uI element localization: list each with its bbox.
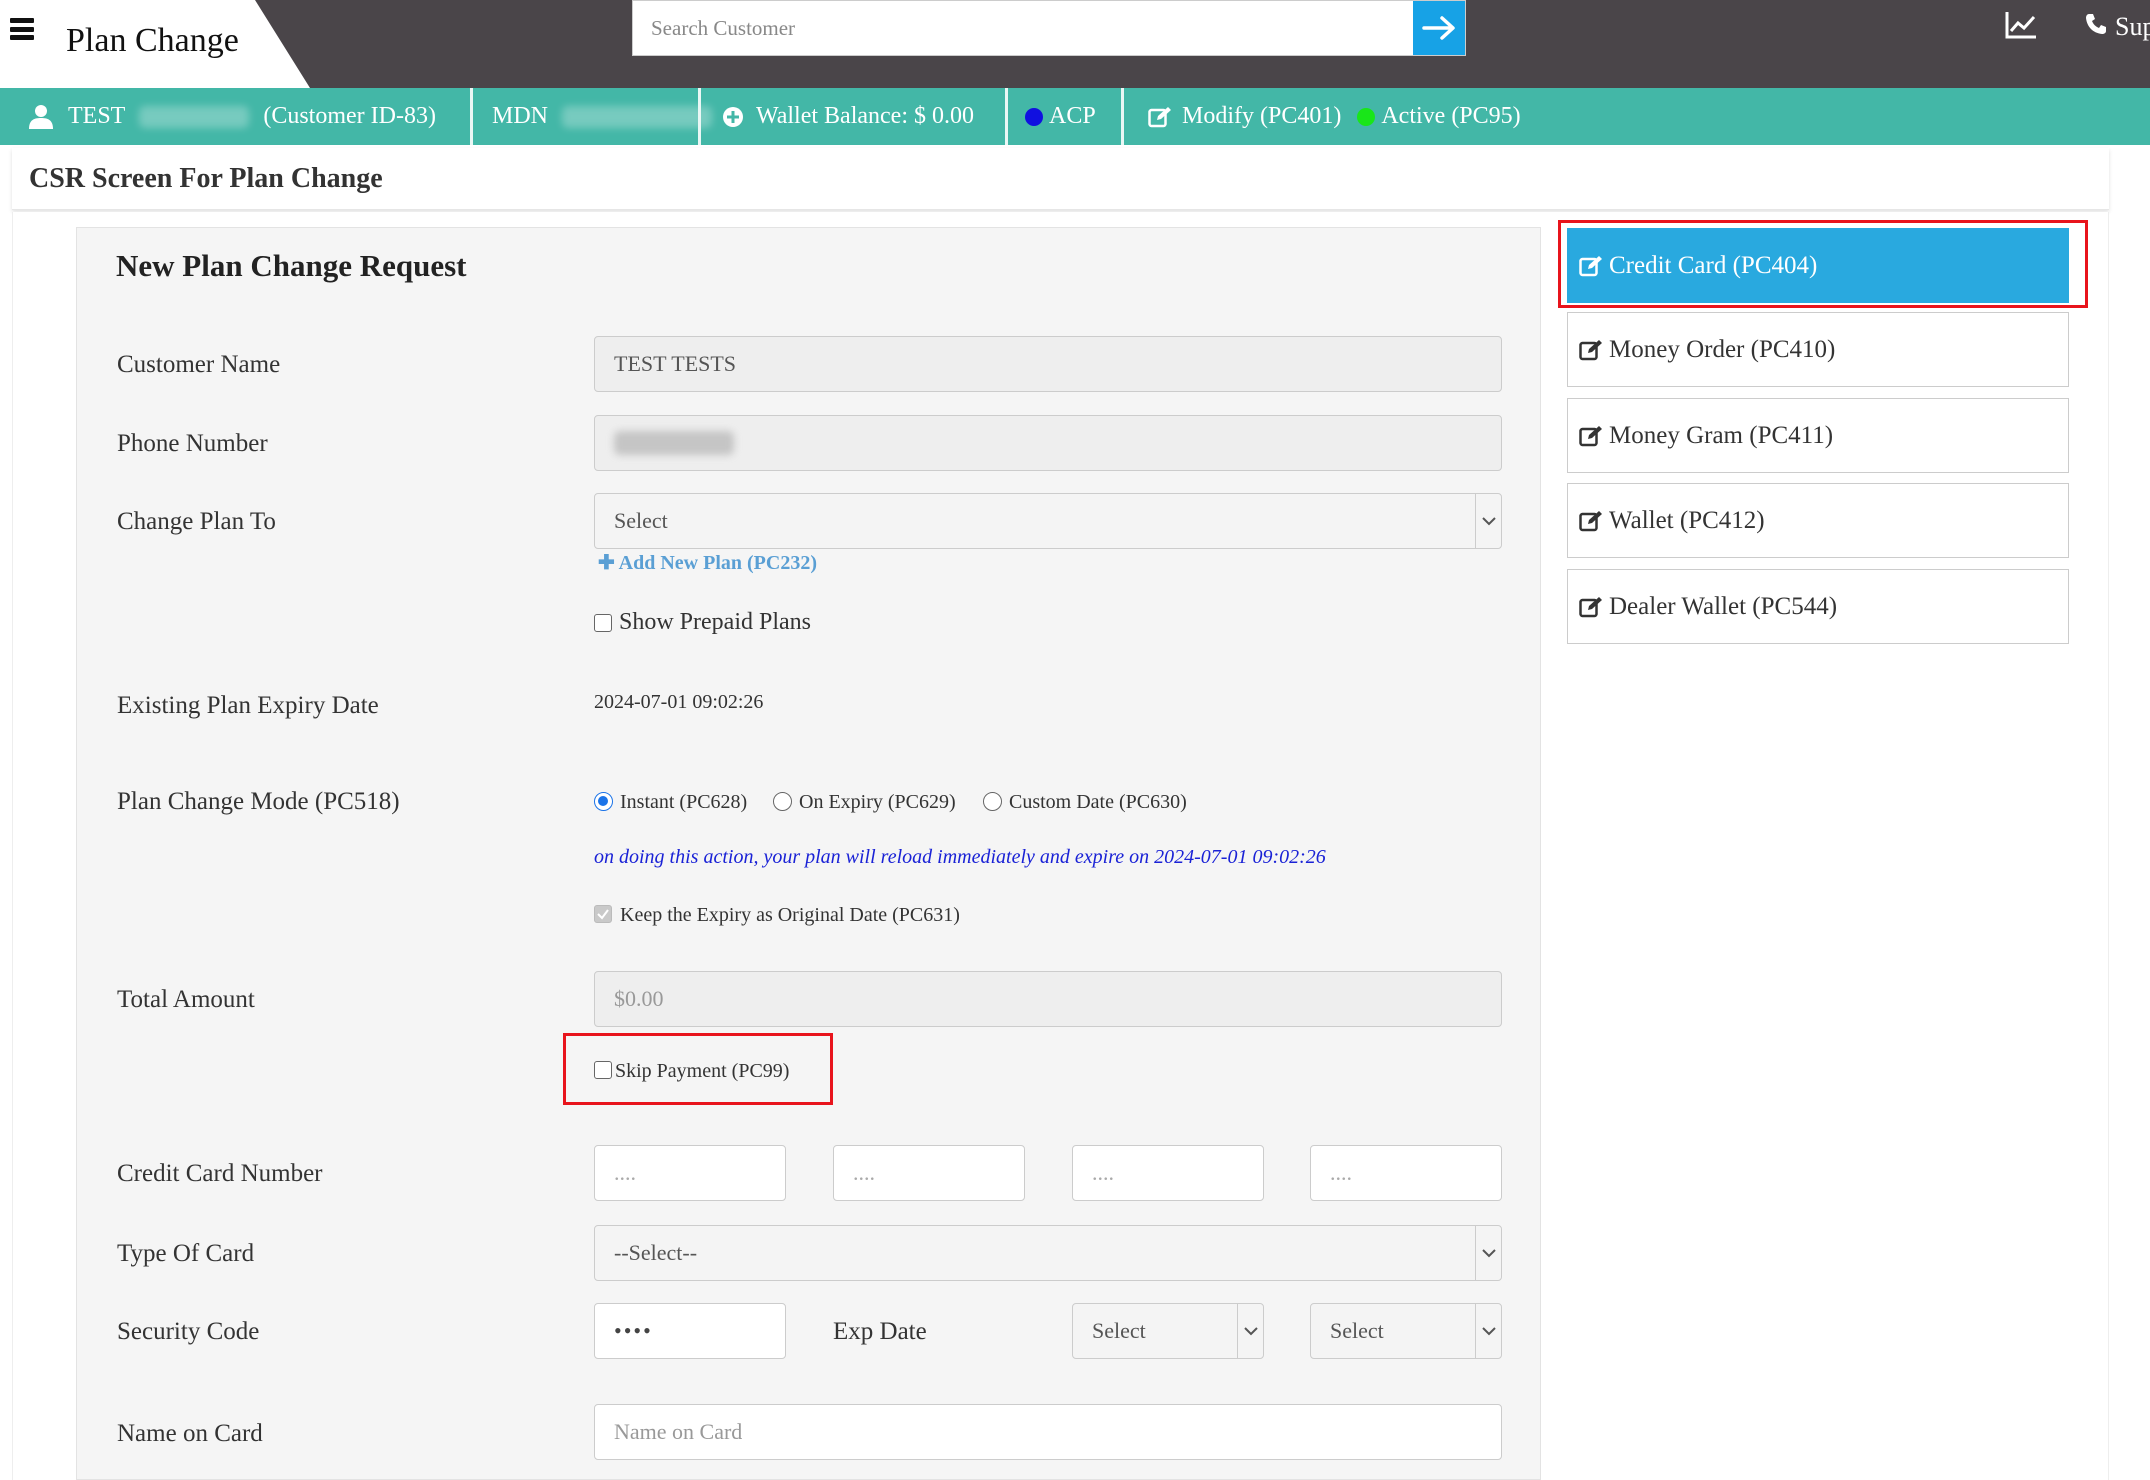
search-submit-button[interactable] [1413,1,1465,55]
card-type-value: --Select-- [614,1240,698,1265]
chevron-down-icon [1475,1304,1501,1358]
acp-label: ACP [1049,103,1096,129]
total-amount-field[interactable]: $0.00 [594,971,1502,1027]
payment-credit-card-button[interactable]: Credit Card (PC404) [1567,228,2069,303]
card-type-select[interactable]: --Select-- [594,1225,1502,1281]
divider [470,88,473,145]
divider [1121,88,1124,145]
plus-circle-icon [723,106,743,127]
cc-number-part-3[interactable]: .... [1072,1145,1264,1201]
keep-expiry-checkbox[interactable] [594,905,612,923]
radio-custom-date-label: Custom Date (PC630) [1009,791,1187,813]
top-bar: Plan Change Sup [0,0,2150,88]
payment-dealer-wallet-button[interactable]: Dealer Wallet (PC544) [1567,569,2069,644]
change-plan-value: Select [614,508,668,533]
customer-first-name: TEST [68,103,126,129]
exp-year-value: Select [1330,1318,1384,1343]
cc-number-part-2[interactable]: .... [833,1145,1025,1201]
user-icon [29,104,53,129]
cc-number-part-4[interactable]: .... [1310,1145,1502,1201]
security-code-label: Security Code [117,1318,260,1345]
phone-number-field[interactable] [594,415,1502,471]
search-customer-input[interactable] [633,1,1415,55]
radio-on-expiry[interactable] [773,792,792,811]
chevron-down-icon [1475,494,1501,548]
page-title: Plan Change [66,22,239,59]
radio-on-expiry-label: On Expiry (PC629) [799,791,956,813]
exp-date-label: Exp Date [833,1318,927,1345]
edit-icon [1579,339,1602,360]
exp-year-select[interactable]: Select [1310,1303,1502,1359]
phone-icon[interactable] [2084,12,2108,41]
search-bar [632,0,1466,56]
edit-icon [1579,596,1602,617]
cc-number-label: Credit Card Number [117,1160,323,1187]
edit-icon [1579,255,1602,276]
mdn-label: MDN [492,103,549,129]
divider [1005,88,1008,145]
hamburger-menu-icon[interactable] [10,18,34,40]
chevron-down-icon [1475,1226,1501,1280]
edit-icon [1579,510,1602,531]
change-plan-label: Change Plan To [117,508,276,535]
expiry-date-label: Existing Plan Expiry Date [117,692,379,719]
keep-expiry-label: Keep the Expiry as Original Date (PC631) [620,904,960,926]
support-link[interactable]: Sup [2115,12,2150,42]
customer-id: (Customer ID-83) [263,103,436,129]
payment-money-order-button[interactable]: Money Order (PC410) [1567,312,2069,387]
redacted-last-name [139,105,250,128]
active-status-dot [1357,107,1376,126]
payment-wallet-button[interactable]: Wallet (PC412) [1567,483,2069,558]
check-icon [597,909,609,920]
divider [698,88,701,145]
status-label: Active (PC95) [1381,103,1521,129]
edit-icon [1148,106,1171,127]
chart-line-icon[interactable] [2004,10,2038,45]
edit-icon [1579,425,1602,446]
section-header: CSR Screen For Plan Change [12,148,2109,210]
show-prepaid-label: Show Prepaid Plans [619,609,811,635]
modify-label: Modify (PC401) [1182,103,1342,129]
exp-month-value: Select [1092,1318,1146,1343]
plan-change-mode-label: Plan Change Mode (PC518) [117,788,400,815]
acp-status-dot [1025,107,1043,126]
chevron-down-icon [1237,1304,1263,1358]
redacted-phone [614,431,734,455]
modify-segment[interactable]: Modify (PC401) Active (PC95) [1148,88,1521,145]
security-code-input[interactable]: •••• [594,1303,786,1359]
customer-name-segment[interactable]: TEST (Customer ID-83) [28,88,436,145]
customer-info-bar: TEST (Customer ID-83) MDN Wallet Balance… [0,88,2150,145]
radio-instant[interactable] [594,792,613,811]
customer-name-label: Customer Name [117,351,281,378]
change-plan-select[interactable]: Select [594,493,1502,549]
plan-change-form-panel: New Plan Change Request Customer Name TE… [76,227,1541,1480]
radio-instant-label: Instant (PC628) [620,791,748,813]
customer-name-field[interactable]: TEST TESTS [594,336,1502,392]
wallet-balance-segment[interactable]: Wallet Balance: $ 0.00 [722,88,974,145]
expiry-date-value: 2024-07-01 09:02:26 [594,691,764,713]
mode-info-text: on doing this action, your plan will rel… [594,846,1326,868]
show-prepaid-checkbox[interactable] [594,614,612,632]
radio-custom-date[interactable] [983,792,1002,811]
skip-payment-label: Skip Payment (PC99) [615,1060,790,1082]
skip-payment-checkbox[interactable] [594,1061,612,1079]
mdn-segment: MDN [492,88,713,145]
exp-month-select[interactable]: Select [1072,1303,1264,1359]
name-on-card-input[interactable]: Name on Card [594,1404,1502,1460]
phone-number-label: Phone Number [117,430,268,457]
cc-number-part-1[interactable]: .... [594,1145,786,1201]
arrow-right-icon [1422,16,1455,40]
wallet-balance: Wallet Balance: $ 0.00 [756,103,974,129]
redacted-mdn [562,105,713,128]
card-type-label: Type Of Card [117,1240,255,1267]
section-title: CSR Screen For Plan Change [29,163,383,194]
form-title: New Plan Change Request [116,248,467,283]
acp-segment: ACP [1025,88,1096,145]
name-on-card-label: Name on Card [117,1420,263,1447]
plus-icon: ✚ [598,552,619,574]
total-amount-label: Total Amount [117,986,255,1013]
add-new-plan-link[interactable]: ✚ Add New Plan (PC232) [598,550,817,575]
payment-money-gram-button[interactable]: Money Gram (PC411) [1567,398,2069,473]
